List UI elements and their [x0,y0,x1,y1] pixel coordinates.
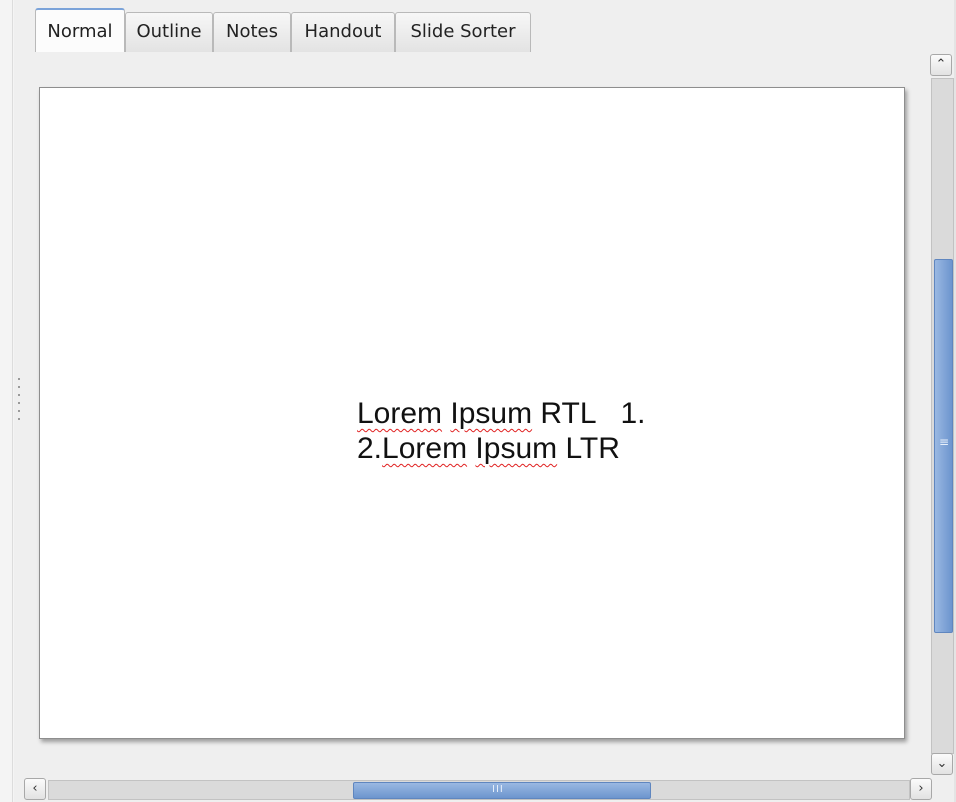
panel-divider-line [12,0,13,802]
vertical-scrollbar[interactable]: ⌃ ≡ ⌄ [928,52,954,778]
scroll-down-button[interactable]: ⌄ [931,753,953,775]
scroll-right-button[interactable]: › [910,778,932,800]
panel-resize-handle[interactable] [15,378,23,430]
grip-dot [18,402,20,404]
grip-dot [18,378,20,380]
text-run: RTL 1. [532,397,646,430]
text-run: LTR [557,432,620,465]
tab-normal[interactable]: Normal [35,8,125,54]
grip-dot [18,410,20,412]
grip-dot [18,386,20,388]
scroll-left-button[interactable]: ‹ [24,778,46,800]
slide-text-box[interactable]: Lorem Ipsum RTL 1. 2.Lorem Ipsum LTR [357,396,645,466]
slide-canvas[interactable]: Lorem Ipsum RTL 1. 2.Lorem Ipsum LTR [39,87,905,739]
horizontal-scrollbar[interactable]: ‹ III › [24,778,934,800]
misspelled-word[interactable]: Ipsum [475,432,557,465]
grip-icon: III [492,784,504,795]
vertical-scroll-track[interactable]: ≡ [931,78,954,754]
misspelled-word[interactable]: Lorem [382,432,467,465]
grip-icon: ≡ [939,435,950,449]
tab-outline[interactable]: Outline [125,12,213,52]
list-number: 2. [357,432,383,465]
tab-notes[interactable]: Notes [213,12,291,52]
tab-slide-sorter[interactable]: Slide Sorter [395,12,531,52]
misspelled-word[interactable]: Lorem [357,397,442,430]
tab-handout[interactable]: Handout [291,12,395,52]
misspelled-word[interactable]: Ipsum [450,397,532,430]
horizontal-scroll-track[interactable]: III [48,780,910,800]
scroll-up-button[interactable]: ⌃ [930,54,952,76]
horizontal-scroll-thumb[interactable]: III [353,782,651,799]
vertical-scroll-thumb[interactable]: ≡ [934,259,953,633]
grip-dot [18,394,20,396]
left-panel-edge [0,0,14,802]
grip-dot [18,418,20,420]
